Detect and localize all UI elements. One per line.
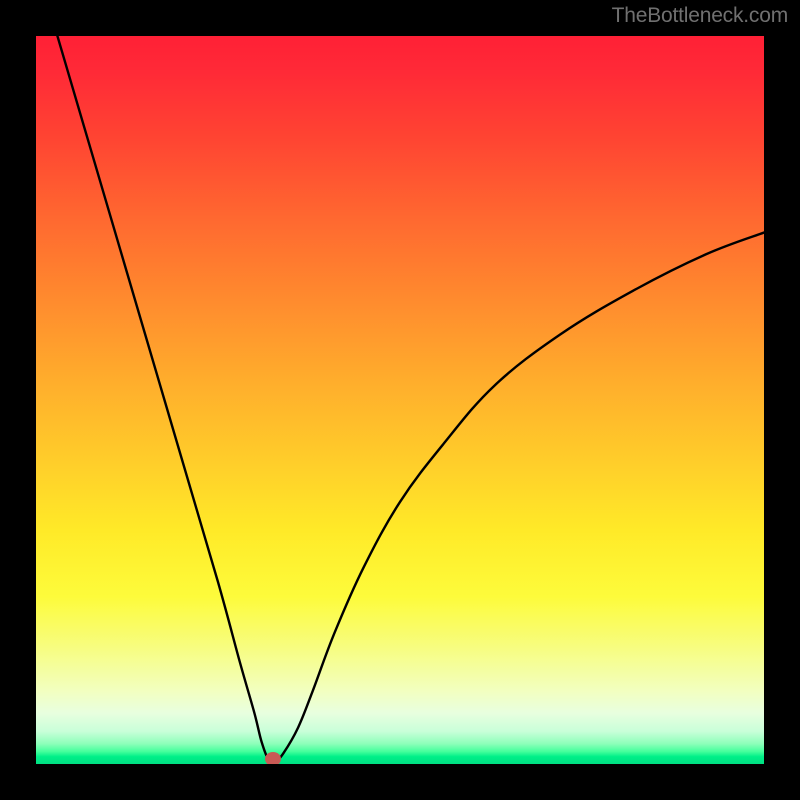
- watermark-text: TheBottleneck.com: [612, 4, 788, 28]
- bottleneck-curve: [36, 36, 764, 764]
- chart-plot-area: [36, 36, 764, 764]
- curve-minimum-marker: [265, 752, 281, 764]
